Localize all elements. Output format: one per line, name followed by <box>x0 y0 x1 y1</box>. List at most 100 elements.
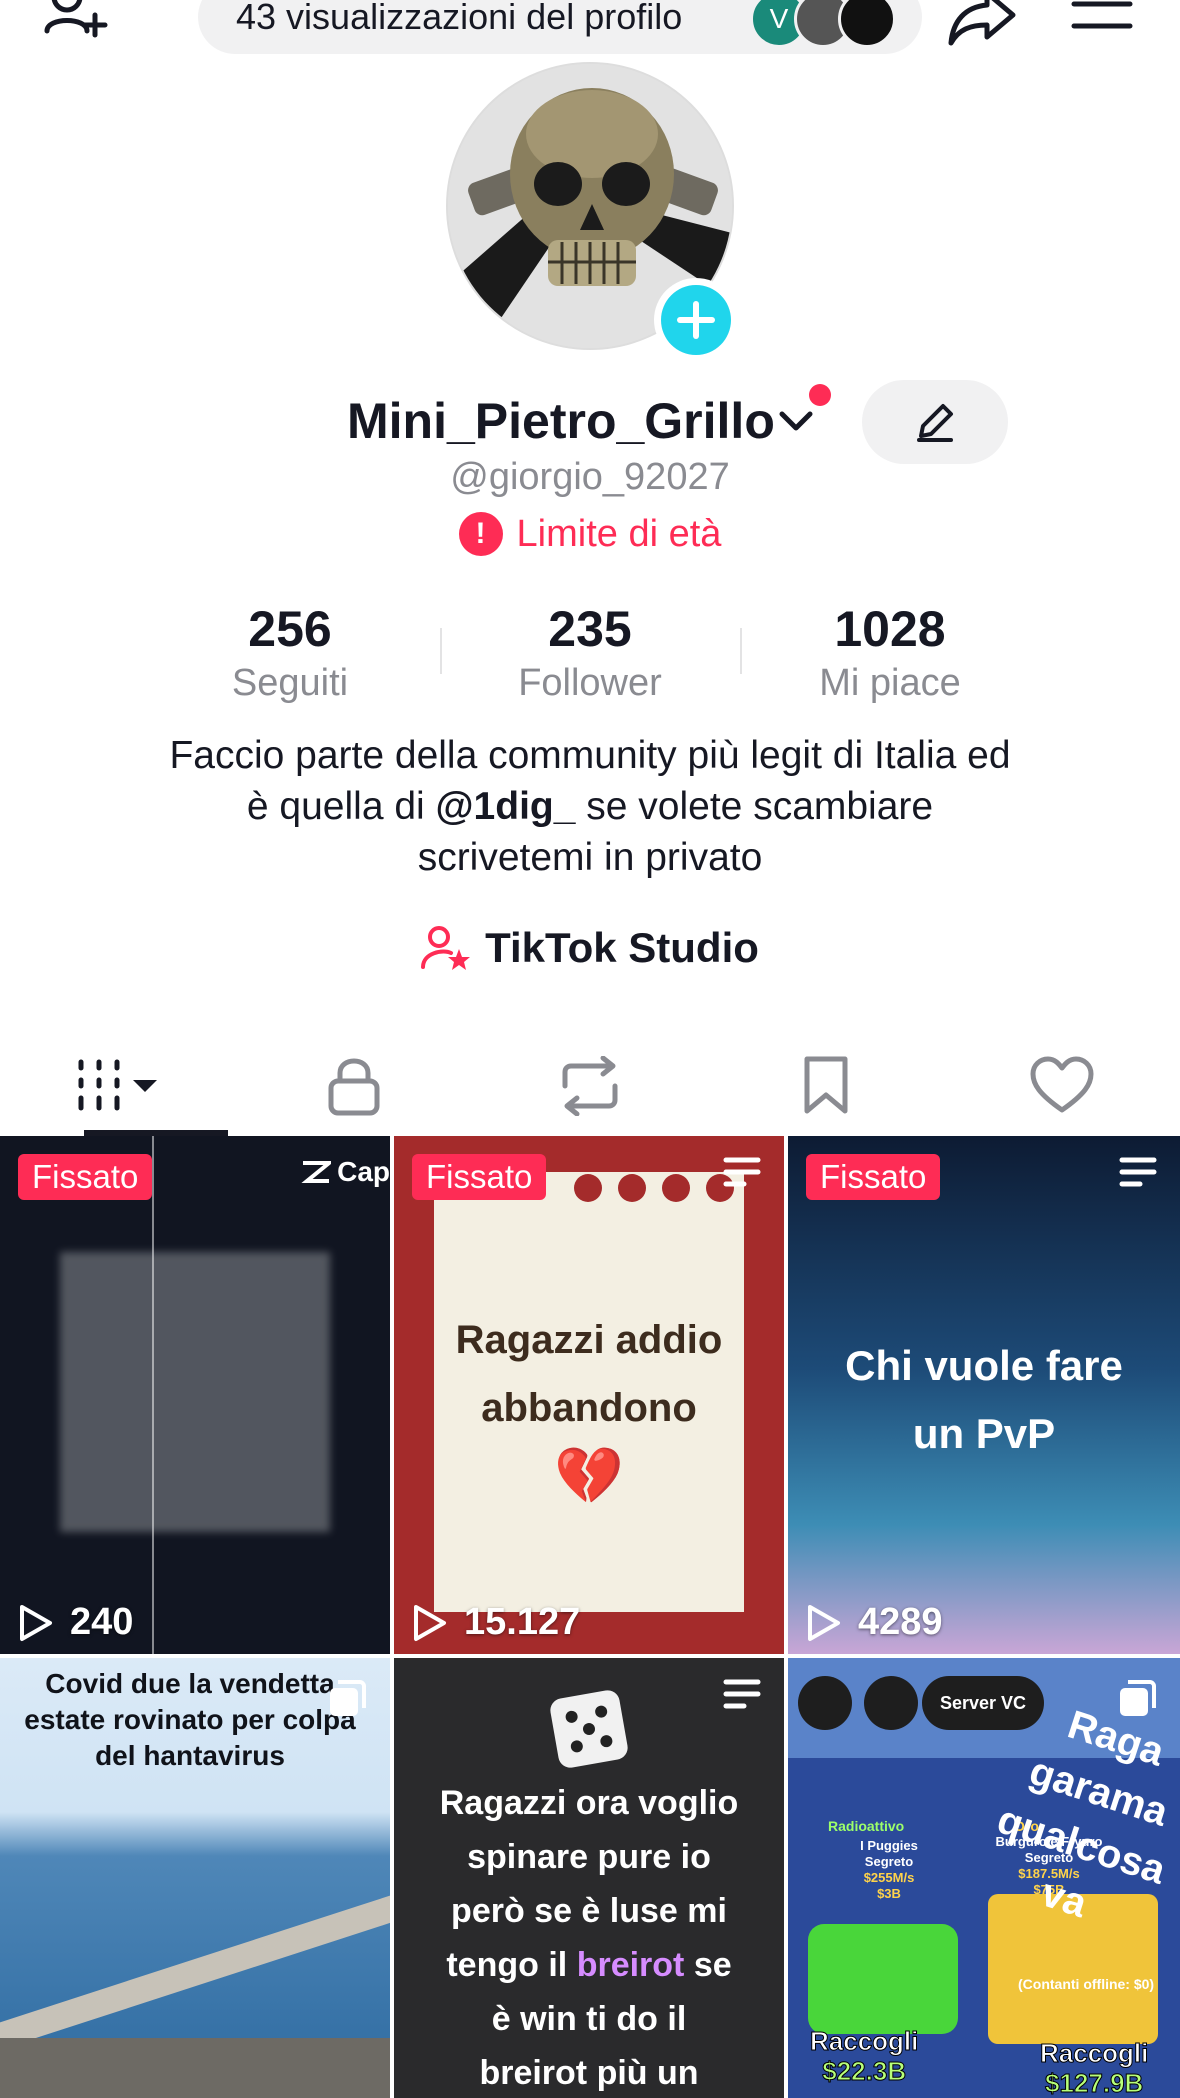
age-limit-notice[interactable]: ! Limite di età <box>0 512 1180 556</box>
hamburger-menu-icon <box>1071 1 1133 29</box>
plus-icon <box>677 301 715 339</box>
stat-label: Mi piace <box>819 662 961 704</box>
lock-icon <box>328 1058 380 1116</box>
caption-line: è win ti do il <box>491 2000 687 2038</box>
add-user-icon <box>44 0 108 38</box>
caption-line: un PvP <box>912 1410 1056 1457</box>
text-post-icon <box>1119 1157 1157 1187</box>
caption-highlight: breirot <box>576 1946 685 1984</box>
profile-tabs <box>0 1036 1180 1136</box>
game-tag: Radioattivo <box>828 1818 905 1834</box>
viewer-avatar <box>838 0 896 48</box>
caption-line: Covid due la vendetta <box>45 1668 335 1699</box>
profile-bio: Faccio parte della community più legit d… <box>60 730 1120 883</box>
pinned-badge: Fissato <box>412 1154 547 1200</box>
age-limit-label: Limite di età <box>516 512 722 555</box>
tab-videos[interactable] <box>0 1036 236 1136</box>
game-text: Raccogli <box>1039 2038 1149 2069</box>
video-tile[interactable]: Covid due la vendetta estate rovinato pe… <box>0 1658 390 2098</box>
game-text: I Puggies <box>860 1838 918 1853</box>
capcut-text: Cap <box>337 1156 390 1187</box>
capcut-logo-icon <box>301 1161 332 1183</box>
notepad-rings <box>574 1174 734 1202</box>
offline-cash-text: (Contanti offline: $0) <box>1018 1976 1155 1992</box>
game-text: $22.3B <box>822 2056 907 2087</box>
play-count: 15.127 <box>412 1601 580 1644</box>
caption-line: Ragazzi ora voglio <box>439 1784 739 1822</box>
backpack-button-icon <box>798 1676 852 1730</box>
video-caption: Ragazzi ora voglio spinare pure io però … <box>394 1776 784 2098</box>
bio-line: è quella di @1dig_ se volete scambiare <box>60 781 1120 832</box>
stat-followers[interactable]: 235 Follower <box>440 598 740 708</box>
bookmark-icon <box>804 1056 848 1114</box>
heart-icon <box>1030 1056 1094 1113</box>
stat-following[interactable]: 256 Seguiti <box>140 598 440 708</box>
caption-line: Ragazzi addio <box>455 1318 723 1362</box>
pinned-badge: Fissato <box>18 1154 153 1200</box>
game-text: $127.9B <box>1045 2068 1144 2098</box>
video-tile[interactable]: Server VC Radioattivo Oro I Puggies Segr… <box>788 1658 1180 2098</box>
caption-text: tengo il <box>446 1946 577 1984</box>
settings-button-icon <box>864 1676 918 1730</box>
name-row: Mini_Pietro_Grillo <box>0 380 1180 464</box>
tab-liked[interactable] <box>944 1036 1180 1136</box>
stat-likes[interactable]: 1028 Mi piace <box>740 598 1040 708</box>
viewer-avatars: V <box>750 0 900 48</box>
notification-dot <box>809 384 831 406</box>
video-grid-icon <box>78 1059 157 1111</box>
edit-profile-button[interactable] <box>862 380 1008 464</box>
bio-line: Faccio parte della community più legit d… <box>169 734 1011 777</box>
share-button[interactable] <box>942 0 1022 56</box>
video-tile[interactable]: Ragazzi addio abbandono 💔 Fissato 15.127 <box>394 1136 784 1654</box>
bio-mention-link[interactable]: @1dig_ <box>436 785 576 828</box>
play-icon <box>414 1604 446 1641</box>
caption-line: però se è luse mi <box>451 1892 727 1930</box>
caption-line: abbandono <box>481 1386 697 1430</box>
text-post-icon <box>723 1157 761 1187</box>
game-item-info: I Puggies Segreto $255M/s $3B <box>824 1838 954 1902</box>
share-icon <box>948 0 1016 46</box>
profile-stats: 256 Seguiti 235 Follower 1028 Mi piace <box>140 598 1040 708</box>
top-bar: 43 visualizzazioni del profilo V <box>0 0 1180 60</box>
stat-value: 1028 <box>834 601 946 657</box>
video-grid: Fissato Cap 240 Ragazzi addio abbandono … <box>0 1136 1180 2098</box>
tiktok-studio-link[interactable]: TikTok Studio <box>0 924 1180 972</box>
play-count-value: 15.127 <box>464 1601 581 1643</box>
text-post-icon <box>723 1679 761 1709</box>
repost-icon <box>562 1056 618 1116</box>
game-text: Raccogli <box>809 2026 919 2057</box>
play-count-value: 240 <box>70 1601 134 1643</box>
tab-reposts[interactable] <box>472 1036 708 1136</box>
caption-text: se <box>684 1946 732 1984</box>
play-count-value: 4289 <box>858 1601 943 1643</box>
stat-label: Seguiti <box>231 662 349 704</box>
stat-value: 256 <box>248 601 332 657</box>
profile-views-pill[interactable]: 43 visualizzazioni del profilo V <box>198 0 922 54</box>
tiktok-studio-label: TikTok Studio <box>485 924 759 971</box>
dice-image <box>548 1688 630 1770</box>
video-tile[interactable]: Chi vuole fare un PvP Fissato 4289 <box>788 1136 1180 1654</box>
tab-private[interactable] <box>236 1036 472 1136</box>
capcut-watermark: Cap <box>301 1156 390 1188</box>
caption-line: del hantavirus <box>95 1740 285 1771</box>
bio-text: è quella di <box>246 785 436 828</box>
play-icon <box>808 1604 840 1641</box>
play-icon <box>20 1604 52 1641</box>
video-tile[interactable]: Fissato Cap 240 <box>0 1136 390 1654</box>
add-story-button[interactable] <box>654 278 738 362</box>
chevron-down-icon[interactable] <box>776 400 816 440</box>
display-name[interactable]: Mini_Pietro_Grillo <box>347 392 775 450</box>
stat-label: Follower <box>518 662 662 704</box>
play-count: 240 <box>18 1601 133 1644</box>
balcony-rail <box>0 1890 390 2052</box>
game-text: $3B <box>877 1886 901 1901</box>
caption-line: tengo il breirot se <box>394 1938 784 1992</box>
game-text: $255M/s <box>863 1870 915 1885</box>
username: @giorgio_92027 <box>450 456 730 498</box>
add-friend-button[interactable] <box>36 0 116 56</box>
bio-line: scrivetemi in privato <box>417 836 763 879</box>
tab-favorites[interactable] <box>708 1036 944 1136</box>
pinned-badge: Fissato <box>806 1154 941 1200</box>
menu-button[interactable] <box>1062 0 1142 56</box>
video-tile[interactable]: Ragazzi ora voglio spinare pure io però … <box>394 1658 784 2098</box>
